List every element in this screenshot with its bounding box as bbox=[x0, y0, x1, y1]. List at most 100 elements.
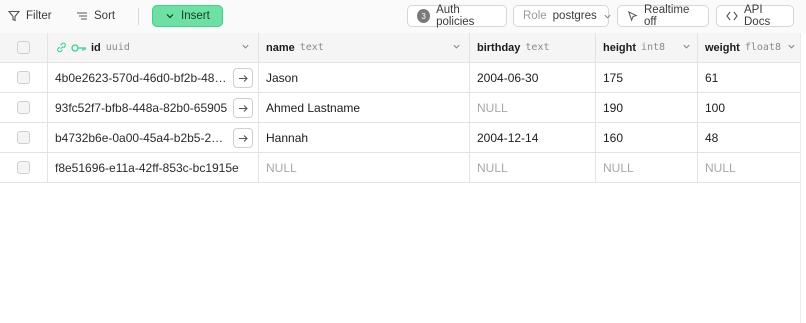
arrow-right-icon[interactable] bbox=[233, 128, 253, 148]
chevron-down-icon[interactable] bbox=[452, 42, 461, 54]
cell-height[interactable]: 190 bbox=[596, 93, 698, 123]
cell-value: NULL bbox=[477, 160, 508, 175]
cell-name[interactable]: Ahmed Lastname bbox=[259, 93, 470, 123]
row-checkbox[interactable] bbox=[17, 131, 30, 144]
insert-label: Insert bbox=[181, 10, 210, 22]
cell-name[interactable]: NULL bbox=[259, 153, 470, 183]
cell-value: NULL bbox=[705, 160, 736, 175]
select-all-cell bbox=[0, 33, 48, 63]
row-checkbox[interactable] bbox=[17, 101, 30, 114]
role-select[interactable]: Role postgres bbox=[513, 5, 612, 27]
cell-value: NULL bbox=[477, 100, 508, 115]
cell-id[interactable]: b4732b6e-0a00-45a4-b2b5-2cc24 bbox=[48, 123, 259, 153]
table-row[interactable]: b4732b6e-0a00-45a4-b2b5-2cc24 Hannah 200… bbox=[0, 123, 806, 153]
role-value: postgres bbox=[552, 10, 597, 22]
cell-value: f8e51696-e11a-42ff-853c-bc1915e bbox=[55, 160, 239, 175]
cell-value: Ahmed Lastname bbox=[266, 100, 361, 115]
cell-weight[interactable]: 61 bbox=[698, 63, 806, 93]
cell-height[interactable]: 175 bbox=[596, 63, 698, 93]
cell-value: Jason bbox=[266, 70, 299, 85]
cell-value: 175 bbox=[603, 70, 624, 85]
cell-birthday[interactable]: 2004-12-14 bbox=[470, 123, 596, 153]
key-icon bbox=[71, 43, 87, 53]
column-type: text bbox=[299, 42, 324, 53]
arrow-right-icon[interactable] bbox=[233, 68, 253, 88]
column-name: name bbox=[266, 41, 295, 54]
column-type: uuid bbox=[105, 42, 130, 53]
toolbar-divider bbox=[138, 8, 139, 25]
column-type: text bbox=[525, 42, 550, 53]
cursor-icon bbox=[627, 10, 638, 22]
sort-label: Sort bbox=[94, 10, 116, 22]
filter-button[interactable]: Filter bbox=[2, 5, 58, 27]
column-name: weight bbox=[705, 41, 740, 54]
table-row[interactable]: f8e51696-e11a-42ff-853c-bc1915e NULL NUL… bbox=[0, 153, 806, 183]
link-icon bbox=[55, 41, 68, 54]
column-name: id bbox=[91, 41, 101, 54]
cell-id[interactable]: 4b0e2623-570d-46d0-bf2b-48364 bbox=[48, 63, 259, 93]
cell-value: 48 bbox=[705, 130, 719, 145]
role-label: Role bbox=[523, 10, 547, 22]
chevron-down-icon[interactable] bbox=[241, 42, 250, 54]
realtime-toggle-button[interactable]: Realtime off bbox=[617, 4, 709, 28]
column-header-weight[interactable]: weight float8 bbox=[698, 33, 806, 63]
cell-value: 4b0e2623-570d-46d0-bf2b-48364 bbox=[55, 70, 228, 85]
cell-height[interactable]: NULL bbox=[596, 153, 698, 183]
cell-value: NULL bbox=[266, 160, 297, 175]
cell-birthday[interactable]: NULL bbox=[470, 93, 596, 123]
cell-weight[interactable]: 100 bbox=[698, 93, 806, 123]
cell-name[interactable]: Jason bbox=[259, 63, 470, 93]
sort-icon bbox=[76, 10, 88, 22]
api-docs-button[interactable]: API Docs bbox=[716, 4, 794, 28]
arrow-right-icon[interactable] bbox=[233, 98, 253, 118]
chevron-down-icon[interactable] bbox=[787, 42, 796, 54]
table-toolbar: Filter Sort Insert 3 Auth policies Role … bbox=[0, 0, 806, 33]
table-row[interactable]: 93fc52f7-bfb8-448a-82b0-65905 Ahmed Last… bbox=[0, 93, 806, 123]
select-all-checkbox[interactable] bbox=[17, 41, 30, 54]
row-checkbox[interactable] bbox=[17, 71, 30, 84]
column-type: float8 bbox=[744, 42, 781, 53]
auth-policies-label: Auth policies bbox=[436, 4, 475, 28]
api-docs-label: API Docs bbox=[744, 4, 771, 28]
cell-value: Hannah bbox=[266, 130, 309, 145]
column-header-id[interactable]: id uuid bbox=[48, 33, 259, 63]
table-row[interactable]: 4b0e2623-570d-46d0-bf2b-48364 Jason 2004… bbox=[0, 63, 806, 93]
cell-id[interactable]: 93fc52f7-bfb8-448a-82b0-65905 bbox=[48, 93, 259, 123]
header-row: id uuid name text birthday text height i… bbox=[0, 33, 806, 63]
column-header-birthday[interactable]: birthday text bbox=[470, 33, 596, 63]
cell-value: 93fc52f7-bfb8-448a-82b0-65905 bbox=[55, 100, 228, 115]
cell-weight[interactable]: NULL bbox=[698, 153, 806, 183]
realtime-label: Realtime off bbox=[644, 4, 690, 28]
cell-value: 160 bbox=[603, 130, 624, 145]
vertical-scrollbar[interactable] bbox=[800, 33, 806, 323]
cell-weight[interactable]: 48 bbox=[698, 123, 806, 153]
chevron-down-icon bbox=[165, 11, 175, 21]
chevron-down-icon bbox=[603, 12, 612, 21]
column-header-name[interactable]: name text bbox=[259, 33, 470, 63]
chevron-down-icon[interactable] bbox=[682, 42, 691, 54]
cell-birthday[interactable]: 2004-06-30 bbox=[470, 63, 596, 93]
cell-value: 100 bbox=[705, 100, 726, 115]
column-name: height bbox=[603, 41, 636, 54]
cell-height[interactable]: 160 bbox=[596, 123, 698, 153]
cell-value: 61 bbox=[705, 70, 719, 85]
row-checkbox[interactable] bbox=[17, 161, 30, 174]
cell-birthday[interactable]: NULL bbox=[470, 153, 596, 183]
cell-value: 2004-06-30 bbox=[477, 70, 539, 85]
cell-name[interactable]: Hannah bbox=[259, 123, 470, 153]
code-icon bbox=[726, 11, 738, 21]
column-type: int8 bbox=[641, 42, 666, 53]
auth-policies-count-badge: 3 bbox=[417, 9, 431, 23]
row-select-cell bbox=[0, 63, 48, 93]
row-select-cell bbox=[0, 123, 48, 153]
auth-policies-button[interactable]: 3 Auth policies bbox=[407, 4, 507, 28]
cell-value: 190 bbox=[603, 100, 624, 115]
cell-value: b4732b6e-0a00-45a4-b2b5-2cc24 bbox=[55, 130, 228, 145]
cell-id[interactable]: f8e51696-e11a-42ff-853c-bc1915e bbox=[48, 153, 259, 183]
sort-button[interactable]: Sort bbox=[70, 5, 121, 27]
filter-icon bbox=[8, 10, 20, 22]
cell-value: 2004-12-14 bbox=[477, 130, 539, 145]
insert-button[interactable]: Insert bbox=[152, 5, 223, 27]
column-header-height[interactable]: height int8 bbox=[596, 33, 698, 63]
cell-value: NULL bbox=[603, 160, 634, 175]
